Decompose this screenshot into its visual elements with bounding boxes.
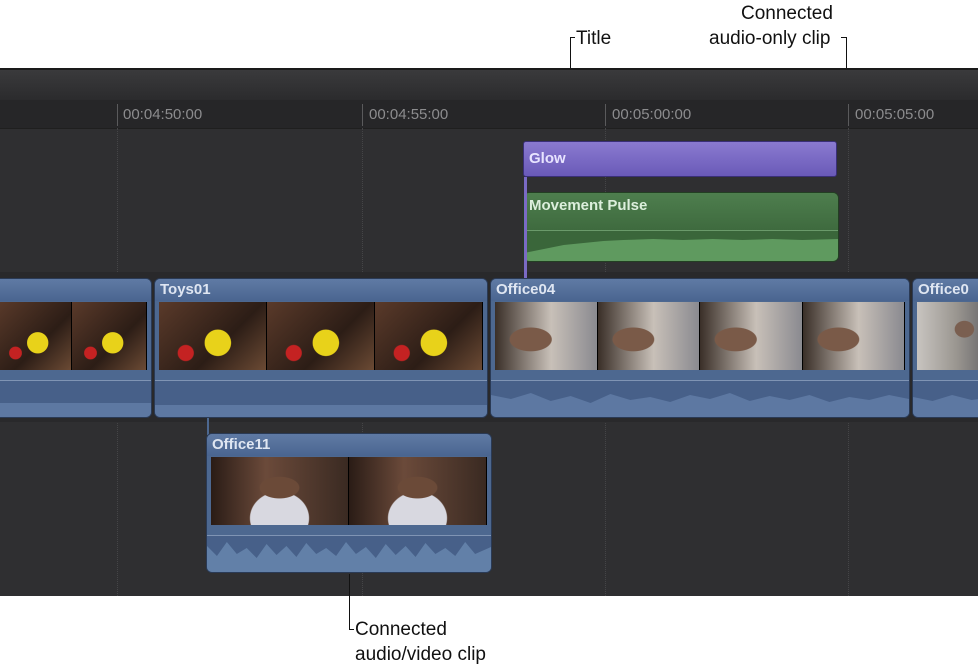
title-clip[interactable]: Glow — [523, 141, 837, 177]
audio-clip-name: Movement Pulse — [529, 197, 648, 214]
connected-av-clip-name: Office11 — [212, 436, 271, 453]
thumbnail — [72, 302, 147, 370]
thumbnail — [267, 302, 375, 370]
connected-av-clip[interactable]: Office11 — [206, 433, 492, 573]
ruler-tick-label: 00:05:00:00 — [612, 106, 692, 123]
audio-waveform — [524, 230, 838, 261]
title-connector — [524, 177, 527, 285]
thumbnail — [211, 457, 349, 525]
thumbnail — [0, 302, 72, 370]
primary-clip[interactable] — [0, 278, 152, 418]
timeline-toolbar — [0, 68, 978, 103]
timeline[interactable]: 00:04:50:00 00:04:55:00 00:05:00:00 00:0… — [0, 68, 978, 596]
thumbnail — [375, 302, 483, 370]
thumbnail — [802, 302, 905, 370]
thumbnail — [597, 302, 700, 370]
primary-clip-name: Office04 — [496, 281, 556, 298]
thumbnail — [700, 302, 803, 370]
ruler-tick-label: 00:04:50:00 — [123, 106, 203, 123]
callout-av-line2: audio/video clip — [355, 644, 486, 665]
primary-clip-office04[interactable]: Office04 — [490, 278, 910, 418]
filmstrip — [159, 302, 483, 370]
thumbnail — [495, 302, 598, 370]
primary-clip-name: Toys01 — [160, 281, 211, 298]
title-clip-name: Glow — [529, 150, 566, 167]
ruler-tick — [848, 104, 849, 126]
thumbnail — [159, 302, 267, 370]
ruler-tick — [117, 104, 118, 126]
thumbnail — [349, 457, 487, 525]
callout-title: Title — [576, 28, 612, 49]
thumbnail — [917, 302, 978, 370]
callout-audio-only-line1: Connected — [741, 3, 833, 24]
ruler-tick — [362, 104, 363, 126]
clip-audio — [491, 380, 909, 417]
connected-audio-clip[interactable]: Movement Pulse — [523, 192, 839, 262]
callout-title-leader-tick — [570, 37, 575, 38]
timecode-ruler[interactable]: 00:04:50:00 00:04:55:00 00:05:00:00 00:0… — [0, 100, 978, 129]
filmstrip — [495, 302, 905, 370]
clip-audio — [913, 380, 978, 417]
filmstrip — [211, 457, 487, 525]
filmstrip — [0, 302, 147, 370]
callout-av-line1: Connected — [355, 619, 447, 640]
callout-av-leader-tick — [349, 629, 354, 630]
clip-audio — [155, 380, 487, 417]
ruler-tick-label: 00:04:55:00 — [369, 106, 449, 123]
clip-audio — [207, 535, 491, 572]
primary-clip-header — [0, 279, 151, 301]
ruler-tick-label: 00:05:05:00 — [855, 106, 935, 123]
callout-audio-only-leader-top — [841, 37, 847, 38]
ruler-tick — [605, 104, 606, 126]
filmstrip — [917, 302, 978, 370]
primary-clip-office0[interactable]: Office0 — [912, 278, 978, 418]
primary-clip-toys01[interactable]: Toys01 — [154, 278, 488, 418]
primary-clip-name: Office0 — [918, 281, 969, 298]
callout-av-leader — [349, 574, 350, 630]
clip-audio — [0, 380, 151, 417]
callout-audio-only-line2: audio-only clip — [709, 28, 831, 49]
